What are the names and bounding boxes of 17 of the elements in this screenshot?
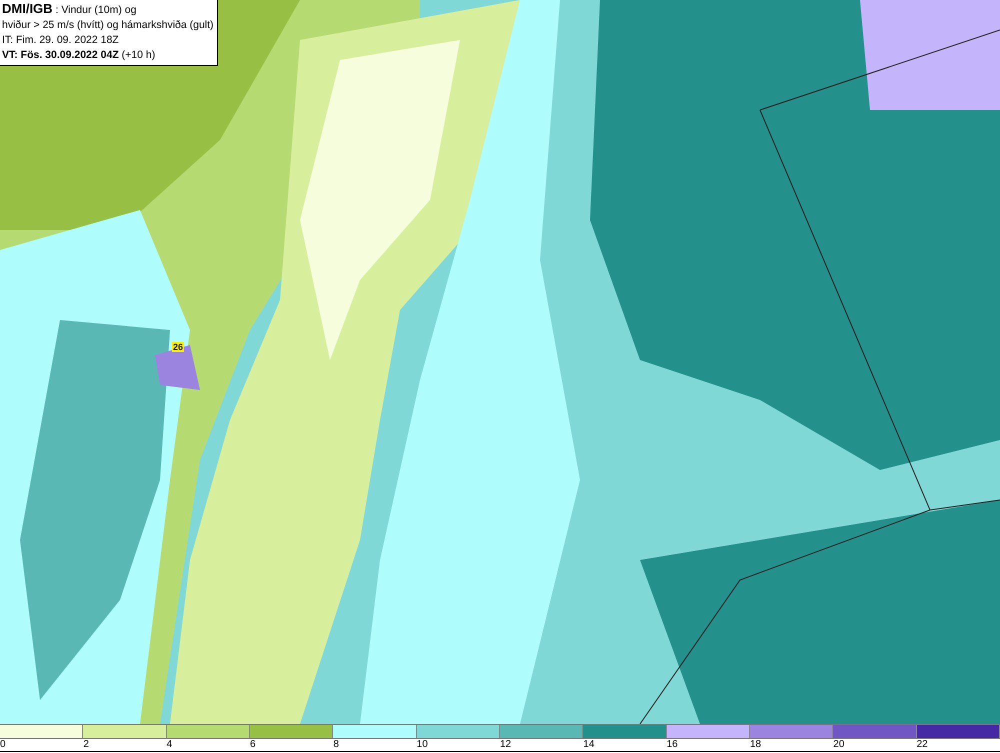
legend-label: 14 xyxy=(583,739,594,751)
legend-label: 4 xyxy=(166,739,172,751)
legend-label: 0 xyxy=(0,739,6,751)
legend-label: 8 xyxy=(333,739,339,751)
info-text: VT: Fös. 30.09.2022 04Z (+10 h) xyxy=(2,48,156,63)
legend-label: 22 xyxy=(916,739,928,751)
legend-label: 20 xyxy=(833,739,844,751)
legend-label: 2 xyxy=(83,739,89,751)
legend-label: 12 xyxy=(500,739,512,751)
legend-label: 6 xyxy=(250,739,256,751)
legend-label: 16 xyxy=(666,739,678,751)
info-text: IT: Fim. 29. 09. 2022 18Z xyxy=(2,33,120,48)
legend-label: 10 xyxy=(416,739,428,751)
info-text: hviður > 25 m/s (hvítt) og hámarkshviða (gult) xyxy=(2,18,214,33)
legend-label: 18 xyxy=(750,739,762,751)
gust-label: 26 xyxy=(172,342,184,352)
info-text: DMI/IGB : Vindur (10m) og xyxy=(2,1,138,18)
